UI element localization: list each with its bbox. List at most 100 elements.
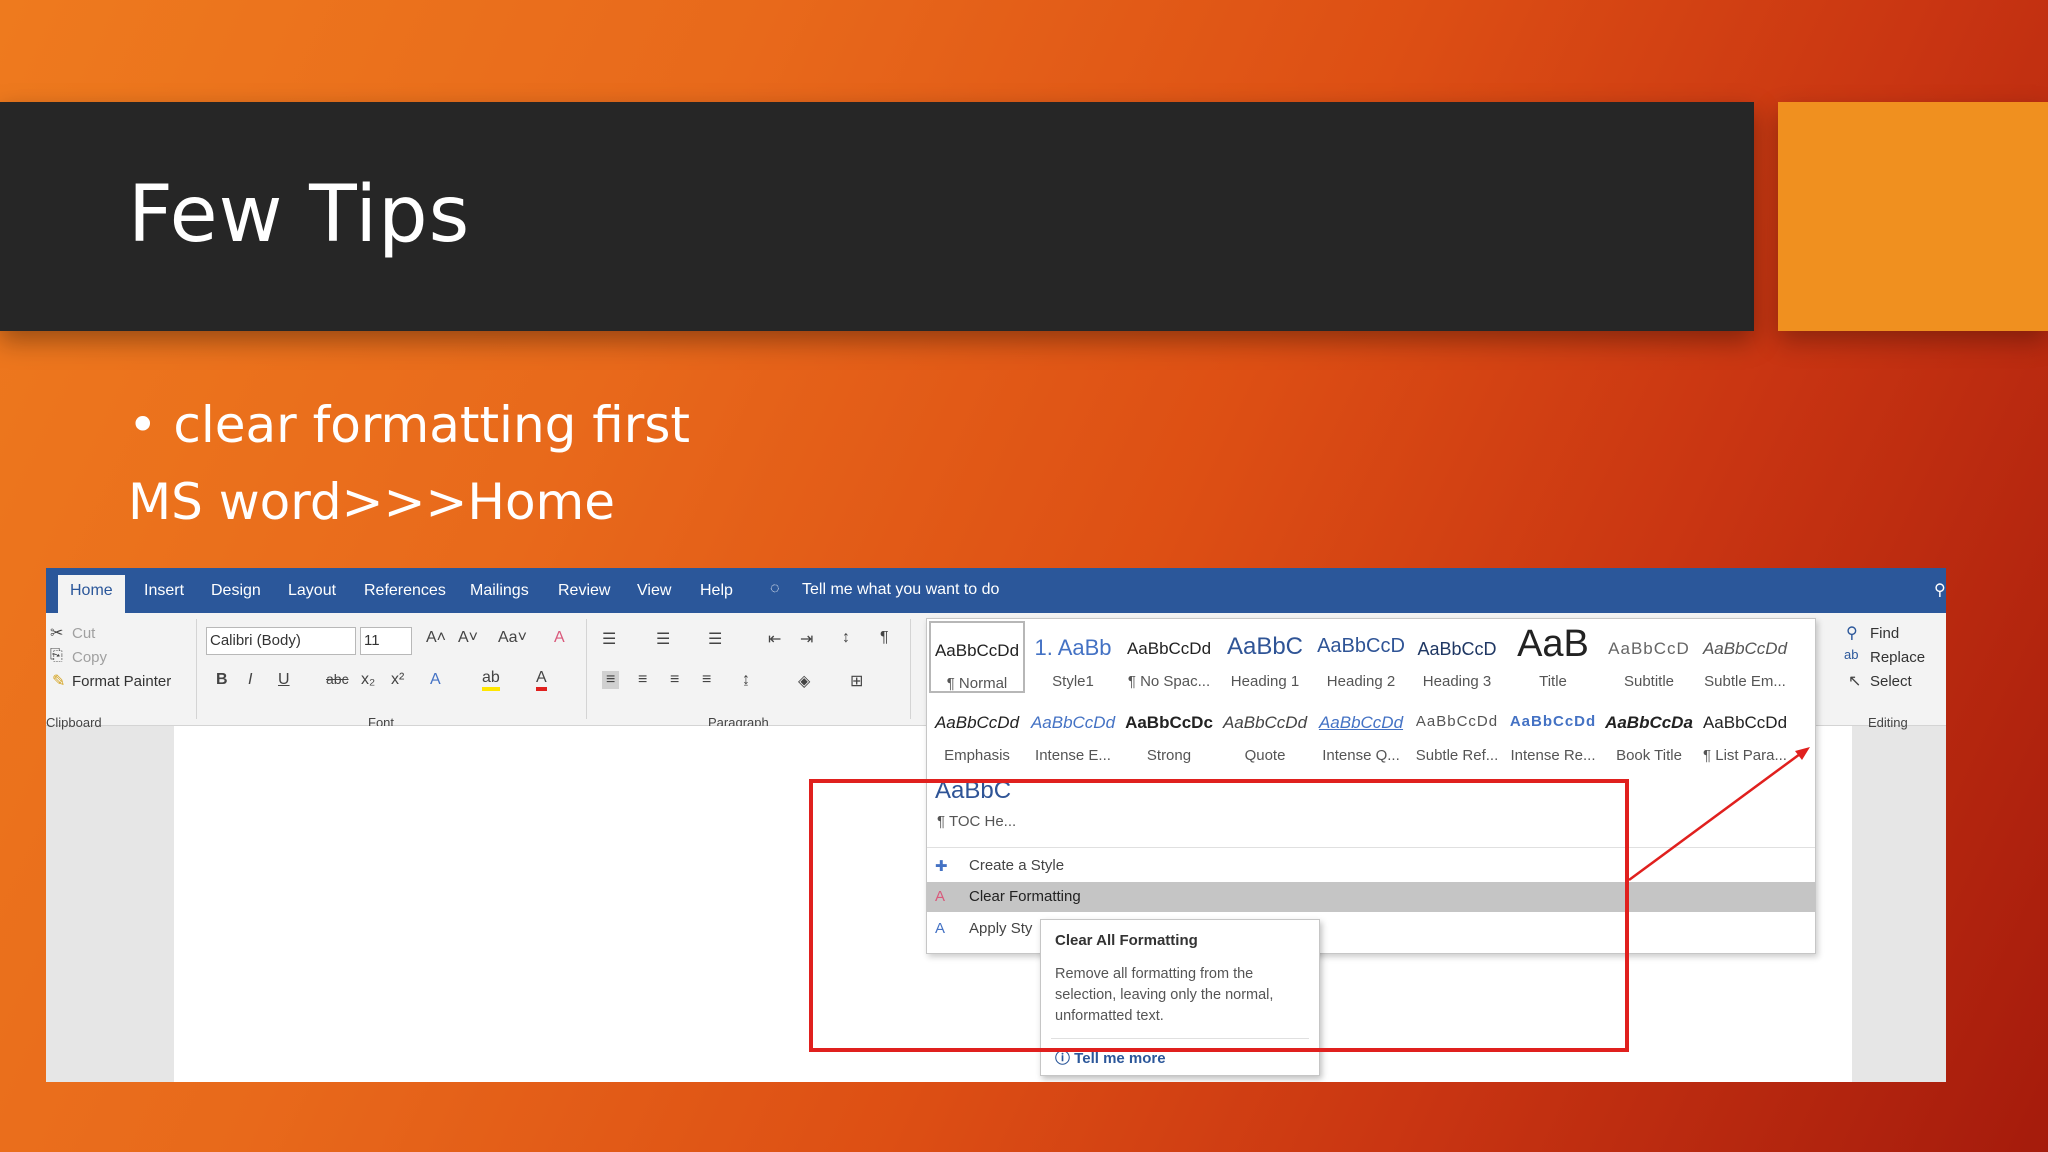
change-case-icon[interactable]: Aa˅	[498, 629, 527, 647]
style-subtle-emphasis[interactable]: AaBbCcDd Subtle Em...	[1697, 621, 1793, 693]
style-subtitle[interactable]: AaBbCcD Subtitle	[1601, 621, 1697, 693]
style-preview: 1. AaBb	[1034, 635, 1112, 660]
style-name: Style1	[1052, 673, 1094, 690]
tab-references[interactable]: References	[364, 582, 446, 600]
style-name: Emphasis	[944, 747, 1010, 764]
sort-icon[interactable]: ↕	[842, 629, 850, 647]
clear-formatting-icon[interactable]: A	[554, 629, 565, 647]
style-preview: AaBbCcDd	[934, 713, 1020, 732]
format-painter-button[interactable]: Format Painter	[72, 673, 171, 690]
style-intense-emphasis[interactable]: AaBbCcDd Intense E...	[1025, 695, 1121, 767]
style-preview: AaBbCcDd	[934, 641, 1020, 660]
tab-mailings[interactable]: Mailings	[470, 582, 529, 600]
shading-icon[interactable]: ◈	[798, 671, 810, 691]
select-button[interactable]: Select	[1870, 673, 1912, 690]
style-emphasis[interactable]: AaBbCcDd Emphasis	[929, 695, 1025, 767]
style-heading-1[interactable]: AaBbC Heading 1	[1217, 621, 1313, 693]
style-list-paragraph[interactable]: AaBbCcDd ¶ List Para...	[1697, 695, 1793, 767]
style-name: Heading 1	[1230, 673, 1300, 690]
style-style1[interactable]: 1. AaBb Style1	[1025, 621, 1121, 693]
style-quote[interactable]: AaBbCcDd Quote	[1217, 695, 1313, 767]
align-left-icon[interactable]: ≡	[602, 671, 620, 689]
editing-group-label: Editing	[1868, 715, 1908, 730]
tab-insert[interactable]: Insert	[144, 582, 184, 600]
style-preview: AaBbCcDd	[1702, 639, 1788, 658]
style-intense-quote[interactable]: AaBbCcDd Intense Q...	[1313, 695, 1409, 767]
ribbon-tabbar: Home Insert Design Layout References Mai…	[46, 568, 1946, 613]
style-name: Subtle Em...	[1704, 673, 1786, 690]
tab-view[interactable]: View	[637, 582, 671, 600]
style-name: Intense E...	[1035, 747, 1111, 764]
bullet-item: • clear formatting first	[128, 396, 690, 454]
increase-indent-icon[interactable]: ⇥	[800, 629, 813, 649]
underline-icon[interactable]: U	[278, 671, 290, 689]
tell-me-box[interactable]: Tell me what you want to do	[802, 581, 999, 599]
style-name: Heading 3	[1422, 673, 1492, 690]
style-preview: AaBbCcDa	[1605, 713, 1693, 732]
copy-icon: ⎘	[50, 647, 63, 664]
tab-design[interactable]: Design	[211, 582, 261, 600]
bullet-text: clear formatting first	[173, 396, 690, 454]
font-size-value: 11	[364, 632, 380, 649]
strikethrough-icon[interactable]: abc	[326, 671, 349, 687]
style-name: Title	[1539, 673, 1567, 690]
style-no-spacing[interactable]: AaBbCcDd ¶ No Spac...	[1121, 621, 1217, 693]
align-right-icon[interactable]: ≡	[670, 671, 679, 689]
find-icon: ⚲	[1846, 625, 1858, 642]
style-name: ¶ No Spac...	[1127, 673, 1211, 690]
multilevel-list-icon[interactable]: ☰	[708, 629, 722, 649]
style-name: ¶ List Para...	[1703, 747, 1787, 764]
tab-layout[interactable]: Layout	[288, 582, 336, 600]
text-effects-icon[interactable]: A	[430, 671, 441, 689]
align-center-icon[interactable]: ≡	[638, 671, 647, 689]
accent-box	[1778, 102, 2048, 331]
tab-review[interactable]: Review	[558, 582, 610, 600]
subscript-icon[interactable]: x₂	[361, 671, 375, 689]
numbering-icon[interactable]: ☰	[656, 629, 670, 649]
style-preview: AaBbCcDd	[1318, 713, 1404, 732]
tab-home[interactable]: Home	[58, 575, 125, 613]
style-preview: AaBbCcDd	[1126, 639, 1212, 658]
style-name: Strong	[1146, 747, 1192, 764]
style-preview: AaBbC	[1226, 633, 1304, 660]
select-icon: ↖	[1848, 673, 1862, 690]
style-book-title[interactable]: AaBbCcDa Book Title	[1601, 695, 1697, 767]
style-name: Quote	[1244, 747, 1286, 764]
cut-button[interactable]: Cut	[72, 625, 95, 642]
tab-help[interactable]: Help	[700, 582, 733, 600]
replace-button[interactable]: Replace	[1870, 649, 1925, 666]
style-normal[interactable]: AaBbCcDd ¶ Normal	[929, 621, 1025, 693]
clipboard-group-label: Clipboard	[46, 715, 102, 730]
style-intense-reference[interactable]: AaBbCcDd Intense Re...	[1505, 695, 1601, 767]
font-name-combo[interactable]: Calibri (Body)	[206, 627, 356, 655]
style-preview: AaBbCcD	[1608, 639, 1690, 658]
style-name: Subtitle	[1623, 673, 1675, 690]
style-preview: AaBbCcDc	[1125, 713, 1213, 732]
decrease-indent-icon[interactable]: ⇤	[768, 629, 781, 649]
show-formatting-icon[interactable]: ¶	[880, 629, 889, 647]
find-button[interactable]: Find	[1870, 625, 1899, 642]
italic-icon[interactable]: I	[248, 671, 252, 689]
superscript-icon[interactable]: x²	[391, 671, 404, 689]
style-strong[interactable]: AaBbCcDc Strong	[1121, 695, 1217, 767]
style-subtle-reference[interactable]: AaBbCcDd Subtle Ref...	[1409, 695, 1505, 767]
font-color-icon[interactable]: A	[536, 669, 547, 691]
subline-text: MS word>>>Home	[128, 473, 616, 531]
style-name: ¶ Normal	[946, 675, 1008, 692]
borders-icon[interactable]: ⊞	[850, 671, 863, 691]
share-icon[interactable]: ⚲	[1934, 580, 1946, 600]
style-heading-3[interactable]: AaBbCcD Heading 3	[1409, 621, 1505, 693]
bold-icon[interactable]: B	[216, 671, 228, 689]
style-heading-2[interactable]: AaBbCcD Heading 2	[1313, 621, 1409, 693]
shrink-font-icon[interactable]: A˅	[458, 629, 478, 647]
font-size-combo[interactable]: 11	[360, 627, 412, 655]
copy-button[interactable]: Copy	[72, 649, 107, 666]
bullets-icon[interactable]: ☰	[602, 629, 616, 649]
justify-icon[interactable]: ≡	[702, 671, 711, 689]
line-spacing-icon[interactable]: ↨	[742, 671, 750, 689]
separator	[910, 619, 911, 719]
grow-font-icon[interactable]: A˄	[426, 629, 446, 647]
style-preview: AaBbCcD	[1417, 639, 1497, 659]
style-title[interactable]: AaB Title	[1505, 621, 1601, 693]
highlight-icon[interactable]: ab	[482, 669, 500, 691]
